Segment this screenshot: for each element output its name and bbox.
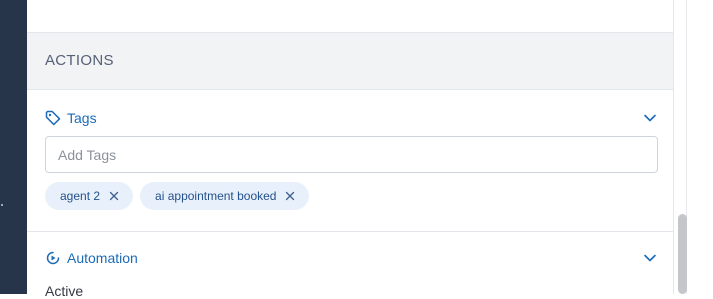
left-navigation-rail: [0, 0, 27, 294]
actions-title: ACTIONS: [45, 52, 114, 69]
section-divider: [27, 231, 673, 232]
automation-status: Active: [45, 283, 84, 299]
tag-chip: agent 2: [45, 182, 134, 210]
tag-chip-label: agent 2: [60, 189, 101, 203]
add-tags-input[interactable]: [45, 136, 658, 173]
automation-icon: [46, 251, 60, 265]
actions-section-header: ACTIONS: [27, 32, 673, 90]
remove-tag-icon[interactable]: [109, 191, 119, 201]
tag-chip: ai appointment booked: [140, 182, 310, 210]
scrollbar-thumb[interactable]: [678, 214, 687, 294]
tag-chip-label: ai appointment booked: [155, 189, 277, 203]
automation-label: Automation: [67, 250, 138, 266]
tags-label: Tags: [67, 110, 97, 126]
tag-icon: [45, 110, 61, 126]
chevron-down-icon[interactable]: [643, 111, 657, 125]
remove-tag-icon[interactable]: [285, 191, 295, 201]
tags-section-toggle[interactable]: Tags: [45, 109, 657, 129]
automation-section-toggle[interactable]: Automation: [45, 249, 657, 269]
chevron-down-icon[interactable]: [643, 251, 657, 265]
rail-marker: [1, 204, 3, 206]
details-panel: ACTIONS Tags agent 2 ai appointment book…: [27, 0, 674, 299]
panel-top-area: [27, 0, 673, 32]
tag-chip-list: agent 2 ai appointment booked: [45, 182, 310, 210]
